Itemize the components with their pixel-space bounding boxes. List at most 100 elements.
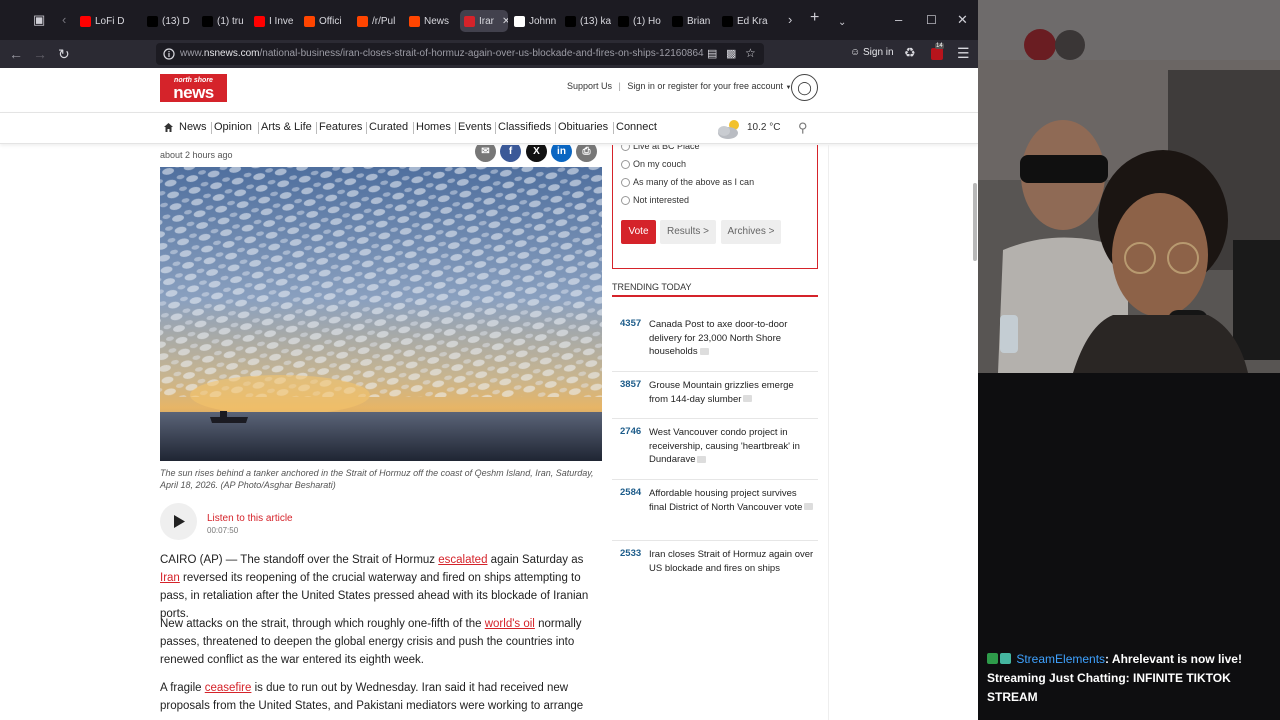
nav-item-classifieds[interactable]: Classifieds <box>498 121 551 133</box>
screen: ▣ ‹ LoFi D (13) D (1) tru I Inve Offici/r/Pu… <box>0 0 1280 720</box>
radio-button[interactable] <box>621 159 630 169</box>
home-icon[interactable] <box>163 122 174 133</box>
x-share-icon[interactable]: X <box>526 145 547 162</box>
x-icon <box>672 15 683 27</box>
bookmark-star-icon[interactable]: ☆ <box>745 46 756 60</box>
reload-icon[interactable]: ↻ <box>58 46 70 62</box>
browser-tab[interactable]: LoFi D <box>76 10 136 32</box>
nav-item-arts-life[interactable]: Arts & Life <box>261 121 312 133</box>
nav-item-features[interactable]: Features <box>319 121 362 133</box>
nav-item-homes[interactable]: Homes <box>416 121 451 133</box>
tab-label: (1) tru <box>217 15 244 27</box>
browser-tab[interactable]: (1) tru <box>198 10 248 32</box>
vote-button[interactable]: Vote <box>621 220 656 244</box>
app-menu-icon[interactable]: ☰ <box>957 45 970 61</box>
content-edge <box>828 145 829 720</box>
moderator-badge-icon <box>987 653 998 664</box>
trending-item[interactable]: 2746 West Vancouver condo project in rece… <box>612 426 818 471</box>
browser-tab[interactable]: Irar ✕ <box>460 10 508 32</box>
new-tab-icon[interactable]: + <box>810 10 819 26</box>
browser-tab[interactable]: News <box>405 10 455 32</box>
browser-tab[interactable]: (1) Ho <box>614 10 664 32</box>
extensions-icon[interactable]: ♻ <box>904 45 916 61</box>
results-button[interactable]: Results > <box>660 220 716 244</box>
nav-item-obituaries[interactable]: Obituaries <box>558 121 608 133</box>
browser-tab[interactable]: /r/Pul <box>353 10 403 32</box>
close-tab-icon[interactable]: ✕ <box>502 16 508 27</box>
ublock-icon[interactable] <box>931 48 943 60</box>
reader-view-icon[interactable]: ▤ <box>707 47 717 60</box>
trending-item[interactable]: 4357 Canada Post to axe door-to-door deli… <box>612 318 818 363</box>
tab-label: /r/Pul <box>372 15 396 27</box>
tab-list-icon[interactable]: ⌄ <box>838 15 846 31</box>
nav-divider <box>211 122 212 134</box>
site-info-icon[interactable] <box>163 48 175 60</box>
print-icon[interactable]: ⎙ <box>576 145 597 162</box>
scrollbar-thumb[interactable] <box>973 183 977 261</box>
close-window-icon[interactable]: ✕ <box>957 12 968 28</box>
camera-icon <box>699 347 709 355</box>
play-icon <box>174 515 185 528</box>
trending-count: 2746 <box>620 426 642 437</box>
screenshot-icon[interactable]: ▩ <box>726 47 736 60</box>
browser-tab[interactable]: Ed Kra <box>718 10 778 32</box>
archives-button[interactable]: Archives > <box>721 220 781 244</box>
minimize-icon[interactable]: – <box>895 12 902 28</box>
trending-heading: TRENDING TODAY <box>612 282 692 292</box>
support-us-link[interactable]: Support Us <box>567 81 612 91</box>
nav-item-connect[interactable]: Connect <box>616 121 657 133</box>
radio-button[interactable] <box>621 195 630 205</box>
nav-toolbar: ← → ↻ www.nsnews.com/national-business/i… <box>0 40 978 68</box>
browser-tab[interactable]: (13) ka <box>561 10 611 32</box>
browser-tab[interactable]: Offici <box>300 10 350 32</box>
tab-scroll-right-icon[interactable]: › <box>788 12 792 28</box>
image-caption: The sun rises behind a tanker anchored i… <box>160 468 594 490</box>
address-bar[interactable]: www.nsnews.com/national-business/iran-cl… <box>156 43 764 65</box>
poll-option-label: Not interested <box>633 195 690 205</box>
x-icon <box>618 15 629 27</box>
tab-overview-icon[interactable]: ▣ <box>33 12 45 28</box>
poll-option[interactable]: Live at BC Place <box>621 145 700 151</box>
worlds-oil-link[interactable]: world's oil <box>485 618 535 630</box>
browser-tab[interactable]: I Inve <box>250 10 298 32</box>
nav-item-events[interactable]: Events <box>458 121 492 133</box>
ceasefire-link[interactable]: ceasefire <box>205 682 252 694</box>
sign-in-register-link[interactable]: Sign in or register for your free accoun… <box>627 81 783 91</box>
email-share-icon[interactable]: ✉ <box>475 145 496 162</box>
back-icon[interactable]: ← <box>9 46 23 62</box>
camera-icon <box>697 455 707 463</box>
trending-title: Canada Post to axe door-to-door delivery… <box>649 319 788 357</box>
nav-item-curated[interactable]: Curated <box>369 121 408 133</box>
iran-link[interactable]: Iran <box>160 572 180 584</box>
url-text: www.nsnews.com/national-business/iran-cl… <box>180 48 704 59</box>
maximize-icon[interactable]: ☐ <box>926 12 937 28</box>
radio-button[interactable] <box>621 177 630 187</box>
site-logo[interactable]: north shore news <box>160 74 227 102</box>
account-sign-in[interactable]: ☺ Sign in <box>850 47 894 58</box>
browser-tab[interactable]: Johnn <box>510 10 558 32</box>
facebook-share-icon[interactable]: f <box>500 145 521 162</box>
trending-item[interactable]: 2533 Iran closes Strait of Hormuz again o… <box>612 548 818 593</box>
escalated-link[interactable]: escalated <box>438 554 487 566</box>
poll-option[interactable]: Not interested <box>621 195 689 205</box>
weather-cloud-icon <box>718 120 739 139</box>
tab-label: Brian <box>687 15 711 27</box>
radio-button[interactable] <box>621 145 630 151</box>
nav-item-opinion[interactable]: Opinion <box>214 121 252 133</box>
play-button[interactable] <box>160 503 197 540</box>
tab-label: (13) D <box>162 15 190 27</box>
browser-tab[interactable]: (13) D <box>143 10 195 32</box>
poll-option[interactable]: On my couch <box>621 159 686 169</box>
search-icon[interactable]: ⚲ <box>798 120 808 136</box>
linkedin-share-icon[interactable]: in <box>551 145 572 162</box>
nav-item-news[interactable]: News <box>179 121 207 133</box>
trending-item[interactable]: 2584 Affordable housing project survives … <box>612 487 818 532</box>
poll-option[interactable]: As many of the above as I can <box>621 177 754 187</box>
listen-article-link[interactable]: Listen to this article <box>207 513 293 524</box>
tab-label: Ed Kra <box>737 15 768 27</box>
user-avatar-icon[interactable]: ◯ <box>791 74 818 101</box>
nav-divider <box>316 122 317 134</box>
browser-tab[interactable]: Brian <box>668 10 716 32</box>
tab-scroll-left-icon[interactable]: ‹ <box>62 12 66 28</box>
forward-icon[interactable]: → <box>33 46 47 62</box>
